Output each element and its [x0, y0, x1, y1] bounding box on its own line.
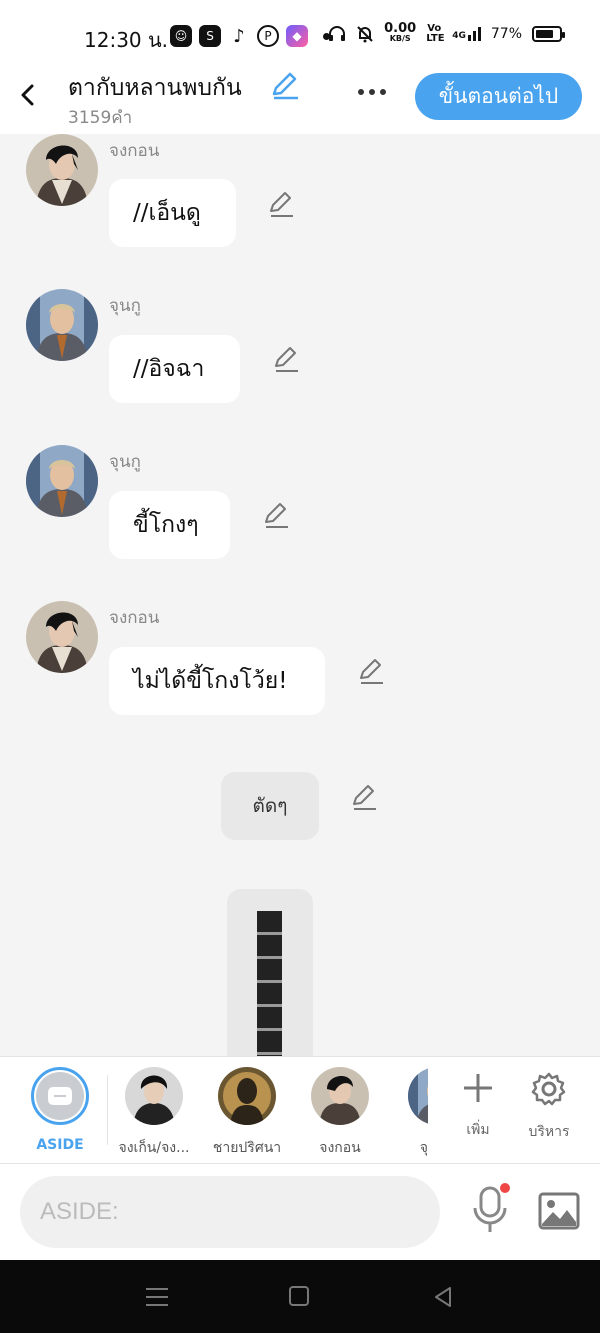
recording-badge	[500, 1183, 510, 1193]
character-selector: ASIDE จงเก็น/จง... ชายปริศนา จงกอน จุ เพ…	[0, 1056, 600, 1164]
character-label: จงกอน	[319, 1140, 361, 1156]
system-navigation-bar	[0, 1260, 600, 1333]
character-label: จงเก็น/จง...	[118, 1140, 190, 1156]
tiktok-icon: ♪	[228, 25, 250, 47]
input-bar	[0, 1164, 600, 1260]
avatar-jonggun[interactable]	[26, 134, 98, 206]
avatar	[408, 1067, 428, 1125]
signal-icon: 4G	[452, 27, 481, 41]
speaker-name: จงกอน	[109, 141, 160, 161]
aside-bubble-icon	[48, 1087, 72, 1105]
word-count: 3159คำ	[68, 108, 133, 128]
avatar-joongoo[interactable]	[26, 289, 98, 361]
character-item[interactable]: ชายปริศนา	[202, 1067, 292, 1159]
add-label: เพิ่ม	[466, 1122, 490, 1138]
story-title[interactable]: ตากับหลานพบกัน	[68, 70, 242, 106]
home-icon[interactable]	[289, 1286, 309, 1306]
image-message[interactable]	[227, 889, 313, 1056]
manage-characters-button[interactable]: บริหาร	[517, 1071, 581, 1143]
avatar	[125, 1067, 183, 1125]
status-bar: 12:30 น. ☺ S ♪ P ◆ 0.00 KB/S Vo LTE 4G 7…	[0, 0, 600, 66]
edit-title-pencil-icon[interactable]	[270, 72, 300, 100]
battery-icon	[532, 26, 565, 42]
avatar-jonggun[interactable]	[26, 601, 98, 673]
recent-apps-icon[interactable]	[146, 1288, 168, 1306]
mute-bell-icon	[357, 26, 373, 43]
edit-narration-pencil-icon[interactable]	[350, 784, 378, 812]
character-label: ASIDE	[36, 1137, 84, 1153]
message-bubble[interactable]: ไม่ได้ขี้โกงโว้ย!	[109, 647, 325, 715]
system-back-icon[interactable]	[432, 1285, 456, 1309]
chat-area[interactable]: จงกอน //เอ็นดู จุนกู //อิจฉา จุนกู ขี้โก…	[0, 134, 600, 1056]
add-character-button[interactable]: เพิ่ม	[446, 1071, 510, 1141]
character-item[interactable]: จงกอน	[295, 1067, 385, 1159]
network-type: 4G	[452, 31, 466, 41]
message-bubble[interactable]: //เอ็นดู	[109, 179, 236, 247]
gear-icon	[531, 1072, 566, 1106]
message-bubble[interactable]: //อิจฉา	[109, 335, 240, 403]
shopee-icon: S	[199, 25, 221, 47]
character-aside[interactable]: ASIDE	[15, 1067, 105, 1153]
character-item[interactable]: จุ	[388, 1067, 428, 1159]
message-bubble[interactable]: ขี้โกงๆ	[109, 491, 230, 559]
data-speed-value: 0.00	[384, 21, 417, 36]
narration-bubble[interactable]: ตัดๆ	[221, 772, 319, 840]
headphones-icon	[329, 26, 346, 41]
status-time: 12:30 น.	[84, 28, 169, 52]
speaker-name: จงกอน	[109, 608, 160, 628]
back-arrow-icon[interactable]	[14, 80, 42, 110]
divider	[107, 1075, 108, 1145]
speaker-name: จุนกู	[109, 452, 141, 472]
more-options-icon[interactable]	[352, 80, 392, 104]
messenger-icon: ◆	[286, 25, 308, 47]
pinterest-icon: P	[257, 25, 279, 47]
character-item[interactable]: จงเก็น/จง...	[109, 1067, 199, 1159]
edit-message-pencil-icon[interactable]	[262, 502, 290, 530]
image-thumbnail	[257, 911, 282, 1056]
next-step-button[interactable]: ขั้นตอนต่อไป	[415, 73, 582, 120]
data-speed: 0.00 KB/S	[384, 21, 417, 44]
volte-indicator: Vo LTE	[426, 23, 445, 44]
battery-percent: 77%	[490, 26, 522, 42]
message-input[interactable]	[20, 1176, 440, 1248]
notification-icons: ☺ S ♪ P ◆	[170, 25, 330, 47]
app-header: ตากับหลานพบกัน 3159คำ ขั้นตอนต่อไป	[0, 66, 600, 134]
line-icon: ☺	[170, 25, 192, 47]
gallery-image-icon[interactable]	[538, 1192, 580, 1230]
avatar-joongoo[interactable]	[26, 445, 98, 517]
avatar	[218, 1067, 276, 1125]
speaker-name: จุนกู	[109, 296, 141, 316]
plus-icon	[464, 1074, 492, 1102]
character-label: ชายปริศนา	[212, 1140, 282, 1156]
edit-message-pencil-icon[interactable]	[272, 346, 300, 374]
avatar	[311, 1067, 369, 1125]
manage-label: บริหาร	[528, 1124, 570, 1140]
battery-fill	[536, 30, 553, 38]
edit-message-pencil-icon[interactable]	[267, 191, 295, 219]
status-indicators: 0.00 KB/S Vo LTE 4G 77%	[328, 21, 565, 44]
aside-avatar	[31, 1067, 89, 1125]
edit-message-pencil-icon[interactable]	[357, 658, 385, 686]
character-label: จุ	[419, 1140, 428, 1156]
